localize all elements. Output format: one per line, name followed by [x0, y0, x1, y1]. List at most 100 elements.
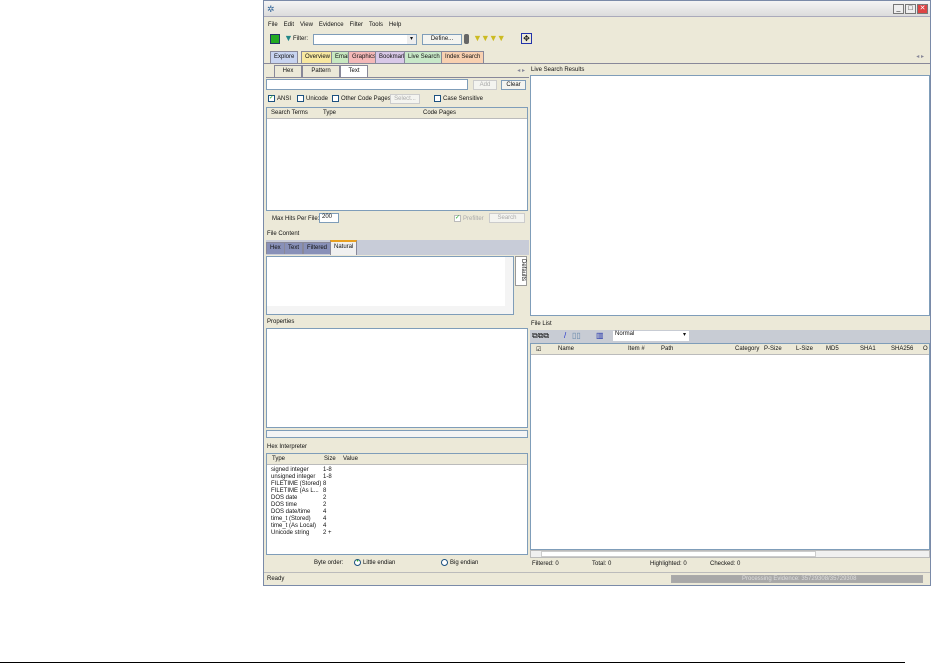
columns-icon[interactable]: ▥: [596, 331, 604, 340]
menu-tools[interactable]: Tools: [369, 22, 383, 28]
column-p-size[interactable]: P-Size: [764, 346, 782, 352]
column-size[interactable]: Size: [324, 456, 336, 462]
add-evidence-icon[interactable]: [270, 34, 280, 44]
add-button[interactable]: Add: [473, 80, 497, 90]
column-sha256[interactable]: SHA256: [891, 346, 913, 352]
menu-view[interactable]: View: [300, 22, 313, 28]
view-mode-select[interactable]: Normal ▾: [613, 331, 689, 341]
check-all-checkbox[interactable]: ☑: [536, 346, 541, 353]
clear-button[interactable]: Clear: [501, 80, 526, 90]
tab-index-search[interactable]: Index Search: [441, 51, 485, 63]
filter-tools-icons[interactable]: ▼▼▼▼: [473, 33, 506, 43]
search-button[interactable]: Search: [489, 213, 525, 223]
tab-live-search[interactable]: Live Search: [404, 51, 444, 63]
size-cell: 4: [323, 516, 327, 522]
view-icons[interactable]: ⧉⧉⧉: [532, 331, 549, 341]
maximize-button[interactable]: □: [905, 4, 916, 14]
file-content-view[interactable]: [266, 256, 514, 315]
menu-evidence[interactable]: Evidence: [319, 22, 344, 28]
prefilter-checkbox[interactable]: ✓ Prefilter: [454, 215, 484, 222]
column-sha1[interactable]: SHA1: [860, 346, 876, 352]
properties-panel[interactable]: [266, 328, 528, 428]
other-code-pages-checkbox[interactable]: Other Code Pages: [332, 95, 391, 102]
column-type[interactable]: Type: [323, 110, 336, 116]
tab-overview[interactable]: Overview: [301, 51, 335, 63]
max-hits-input[interactable]: 200: [319, 213, 339, 223]
unicode-checkbox[interactable]: Unicode: [297, 95, 328, 102]
hex-interpreter-row[interactable]: DOS time 2: [271, 502, 326, 509]
hex-interpreter-row[interactable]: FILETIME (Stored) 8: [271, 481, 326, 488]
select-code-pages-button[interactable]: Select...: [390, 94, 420, 104]
menu-file[interactable]: File: [268, 22, 278, 28]
hex-interpreter-row[interactable]: unsigned integer 1-8: [271, 474, 332, 481]
tab-filtered-view[interactable]: Filtered: [303, 242, 332, 254]
copy-icons[interactable]: ▯▯: [572, 331, 581, 340]
search-term-input[interactable]: [266, 79, 468, 90]
file-list-horizontal-scrollbar[interactable]: [530, 550, 930, 558]
type-cell: DOS date: [271, 495, 298, 501]
column-path[interactable]: Path: [661, 346, 673, 352]
ansi-checkbox[interactable]: ✓ ANSI: [268, 95, 291, 102]
little-endian-radio[interactable]: • Little endian: [354, 559, 395, 566]
scroll-thumb[interactable]: [541, 551, 816, 557]
big-endian-radio[interactable]: Big endian: [441, 559, 478, 566]
minimize-button[interactable]: _: [893, 4, 904, 14]
total-count: Total: 0: [592, 561, 612, 567]
tab-natural-view[interactable]: Natural: [330, 240, 358, 255]
tab-text-view[interactable]: Text: [284, 242, 304, 254]
menu-bar: File Edit View Evidence Filter Tools Help: [268, 22, 407, 28]
defaults-side-tab[interactable]: Defaults: [515, 256, 527, 286]
toolbar: ▼ Filter: ▾ Define... ▼▼▼▼ ✥: [268, 33, 538, 46]
column-l-size[interactable]: L-Size: [796, 346, 813, 352]
hex-interpreter-row[interactable]: Unicode string 2 +: [271, 530, 332, 537]
case-sensitive-checkbox[interactable]: Case Sensitive: [434, 95, 483, 102]
hex-interpreter-row[interactable]: FILETIME (As L... 8: [271, 488, 326, 495]
tab-hex-view[interactable]: Hex: [266, 242, 285, 254]
search-terms-table[interactable]: Search Terms Type Code Pages: [266, 107, 528, 211]
column-o[interactable]: O: [923, 346, 928, 352]
horizontal-scrollbar[interactable]: [267, 306, 513, 314]
title-bar[interactable]: ✲ _ □ ✕: [264, 1, 930, 17]
edit-icon[interactable]: /: [564, 331, 566, 340]
tab-pattern[interactable]: Pattern: [302, 65, 340, 77]
column-search-terms[interactable]: Search Terms: [271, 110, 308, 116]
tab-explore[interactable]: Explore: [270, 51, 299, 63]
file-list-table[interactable]: ☑ Name Item # Path Category P-Size L-Siz…: [530, 343, 930, 550]
sub-tab-arrows[interactable]: ◂ ▸: [517, 67, 525, 74]
size-cell: 4: [323, 509, 327, 515]
column-name[interactable]: Name: [558, 346, 574, 352]
live-search-results-title: Live Search Results: [531, 67, 585, 73]
tab-hex[interactable]: Hex: [274, 65, 302, 77]
filter-select[interactable]: ▾: [313, 34, 417, 45]
hex-interpreter-row[interactable]: DOS date/time 4: [271, 509, 326, 516]
hex-interpreter-row[interactable]: time_t (Stored) 4: [271, 516, 326, 523]
move-icon[interactable]: ✥: [521, 33, 532, 44]
live-search-results-panel[interactable]: [530, 75, 930, 316]
define-button[interactable]: Define...: [422, 34, 462, 45]
hex-interpreter-title: Hex Interpreter: [267, 444, 308, 450]
column-value[interactable]: Value: [343, 456, 358, 462]
hex-interpreter-rows: signed integer 1-8 unsigned integer 1-8 FILE…: [271, 467, 332, 537]
trash-icon[interactable]: [464, 34, 469, 44]
progress-text: Processing Evidence: 35729308/35729308: [742, 576, 857, 582]
hex-interpreter-table[interactable]: Type Size Value signed integer 1-8 unsigne…: [266, 453, 528, 555]
main-tab-bar: Explore Overview Email Graphics Bookmark…: [264, 51, 930, 64]
status-bar: Ready Processing Evidence: 35729308/3572…: [264, 572, 930, 585]
hex-interpreter-row[interactable]: DOS date 2: [271, 495, 326, 502]
hex-interpreter-row[interactable]: signed integer 1-8: [271, 467, 332, 474]
column-type[interactable]: Type: [272, 456, 285, 462]
hex-interpreter-row[interactable]: time_t (As Local) 4: [271, 523, 326, 530]
file-list-title: File List: [531, 321, 552, 327]
tab-text[interactable]: Text: [340, 65, 368, 77]
vertical-scrollbar[interactable]: [505, 257, 513, 306]
menu-edit[interactable]: Edit: [284, 22, 294, 28]
column-code-pages[interactable]: Code Pages: [423, 110, 456, 116]
tab-scroll-arrows[interactable]: ◂ ▸: [916, 53, 924, 60]
column-category[interactable]: Category: [735, 346, 759, 352]
menu-help[interactable]: Help: [389, 22, 401, 28]
size-cell: 4: [323, 523, 327, 529]
close-button[interactable]: ✕: [917, 4, 928, 14]
menu-filter[interactable]: Filter: [350, 22, 363, 28]
column-md5[interactable]: MD5: [826, 346, 839, 352]
column-item-number[interactable]: Item #: [628, 346, 645, 352]
